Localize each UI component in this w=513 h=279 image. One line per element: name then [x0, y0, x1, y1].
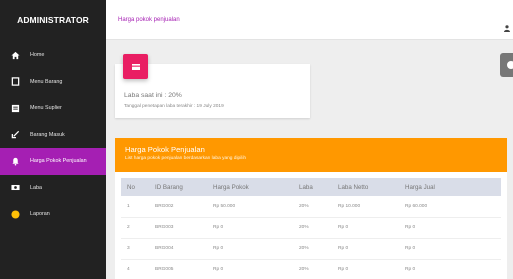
- cell-laba-netto: Rp 10.000: [332, 196, 399, 218]
- column-header-no[interactable]: No: [121, 178, 149, 196]
- cell-harga-pokok: Rp 0: [207, 238, 293, 260]
- sidebar-nav: Home Menu Barang Menu Suplier Barang Mas…: [0, 42, 106, 228]
- cell-harga-pokok: Rp 0: [207, 259, 293, 279]
- sidebar-item-label: Harga Pokok Penjualan: [30, 158, 87, 165]
- sidebar: ADMINISTRATOR Home Menu Barang Menu Supl…: [0, 0, 106, 279]
- column-header-harga-pokok[interactable]: Harga Pokok: [207, 178, 293, 196]
- sidebar-item-home[interactable]: Home: [0, 42, 106, 69]
- table-row: 4 BRG005 Rp 0 20% Rp 0 Rp 0: [121, 259, 501, 279]
- box-icon: [11, 77, 20, 86]
- cell-harga-jual: Rp 0: [399, 217, 501, 239]
- cell-laba: 20%: [293, 259, 332, 279]
- cell-no: 2: [121, 217, 149, 239]
- breadcrumb[interactable]: Harga pokok penjualan: [118, 17, 180, 23]
- report-icon: [11, 210, 20, 219]
- hpp-panel: Harga Pokok Penjualan List harga pokok p…: [115, 138, 507, 279]
- sidebar-item-menu-barang[interactable]: Menu Barang: [0, 69, 106, 96]
- cell-laba: 20%: [293, 196, 332, 218]
- panel-header: Harga Pokok Penjualan List harga pokok p…: [115, 138, 507, 172]
- cell-laba-netto: Rp 0: [332, 259, 399, 279]
- table-row: 3 BRG004 Rp 0 20% Rp 0 Rp 0: [121, 238, 501, 260]
- column-header-id-barang[interactable]: ID Barang: [149, 178, 207, 196]
- cell-id-barang: BRG004: [149, 238, 207, 260]
- topbar: Harga pokok penjualan: [106, 0, 513, 40]
- sidebar-item-harga-pokok-penjualan[interactable]: Harga Pokok Penjualan: [0, 148, 106, 175]
- table-header-row: No ID Barang Harga Pokok Laba Laba Netto…: [121, 178, 501, 196]
- import-icon: [11, 130, 20, 139]
- hpp-table: No ID Barang Harga Pokok Laba Laba Netto…: [121, 178, 501, 279]
- gear-icon: [507, 61, 513, 69]
- cell-harga-pokok: Rp 50.000: [207, 196, 293, 218]
- cell-no: 1: [121, 196, 149, 218]
- cell-laba-netto: Rp 0: [332, 217, 399, 239]
- cell-no: 3: [121, 238, 149, 260]
- cell-harga-jual: Rp 0: [399, 259, 501, 279]
- cell-id-barang: BRG005: [149, 259, 207, 279]
- table-row: 1 BRG002 Rp 50.000 20% Rp 10.000 Rp 60.0…: [121, 196, 501, 218]
- cell-laba: 20%: [293, 238, 332, 260]
- cell-harga-jual: Rp 0: [399, 238, 501, 260]
- cell-laba-netto: Rp 0: [332, 238, 399, 260]
- sidebar-item-label: Laporan: [30, 211, 50, 218]
- sidebar-brand: ADMINISTRATOR: [17, 15, 89, 25]
- cell-harga-pokok: Rp 0: [207, 217, 293, 239]
- sidebar-item-label: Laba: [30, 184, 42, 191]
- cell-no: 4: [121, 259, 149, 279]
- sidebar-item-menu-suplier[interactable]: Menu Suplier: [0, 95, 106, 122]
- sidebar-item-laporan[interactable]: Laporan: [0, 201, 106, 228]
- table-row: 2 BRG003 Rp 0 20% Rp 0 Rp 0: [121, 217, 501, 239]
- profit-date: Tanggal penetapan laba terakhir : 19 Jul…: [124, 104, 224, 109]
- panel-title: Harga Pokok Penjualan: [125, 145, 205, 154]
- sidebar-item-label: Barang Masuk: [30, 131, 65, 138]
- list-box-icon: [11, 104, 20, 113]
- sidebar-item-laba[interactable]: Laba: [0, 175, 106, 202]
- column-header-harga-jual[interactable]: Harga Jual: [399, 178, 501, 196]
- profit-summary-card: Laba saat ini : 20% Tanggal penetapan la…: [115, 54, 310, 118]
- cell-id-barang: BRG003: [149, 217, 207, 239]
- user-icon[interactable]: [504, 19, 510, 37]
- settings-toggle-tab[interactable]: [500, 53, 513, 77]
- card-icon: [123, 54, 148, 79]
- sidebar-item-label: Menu Suplier: [30, 105, 62, 112]
- profit-title: Laba saat ini : 20%: [124, 92, 182, 99]
- cell-laba: 20%: [293, 217, 332, 239]
- sidebar-item-label: Menu Barang: [30, 78, 63, 85]
- sidebar-item-label: Home: [30, 52, 45, 59]
- home-icon: [11, 51, 20, 60]
- sidebar-item-barang-masuk[interactable]: Barang Masuk: [0, 122, 106, 149]
- cell-harga-jual: Rp 60.000: [399, 196, 501, 218]
- column-header-laba-netto[interactable]: Laba Netto: [332, 178, 399, 196]
- cell-id-barang: BRG002: [149, 196, 207, 218]
- bell-icon: [11, 157, 20, 166]
- column-header-laba[interactable]: Laba: [293, 178, 332, 196]
- panel-description: List harga pokok penjualan berdasarkan l…: [125, 156, 247, 161]
- money-icon: [11, 183, 20, 192]
